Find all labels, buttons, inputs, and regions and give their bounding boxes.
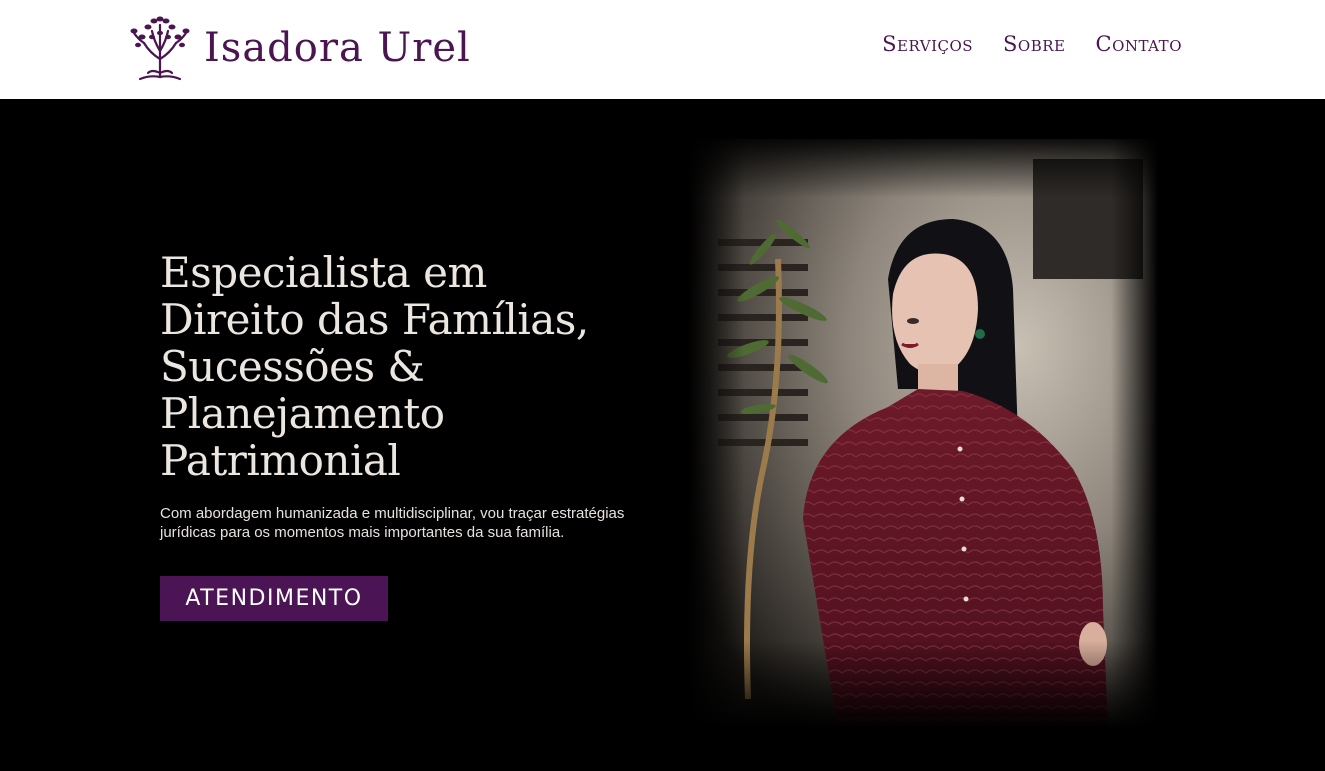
nav-item-contato[interactable]: Contato [1096,34,1183,55]
hero-section: Especialista em Direito das Famílias, Su… [0,99,1325,771]
hero-title: Especialista em Direito das Famílias, Su… [160,248,589,485]
main-nav: Serviços Sobre Contato [882,34,1182,55]
nav-item-sobre[interactable]: Sobre [1003,34,1065,55]
atendimento-button[interactable]: ATENDIMENTO [160,576,388,621]
brand-name: Isadora Urel [204,25,471,71]
site-header: Isadora Urel Serviços Sobre Contato [0,0,1325,99]
portrait-photo [688,139,1158,729]
brand-logo[interactable]: Isadora Urel [128,14,471,82]
tree-icon [130,16,190,81]
hero-subtitle: Com abordagem humanizada e multidiscipli… [160,505,625,541]
nav-item-servicos[interactable]: Serviços [882,34,973,55]
